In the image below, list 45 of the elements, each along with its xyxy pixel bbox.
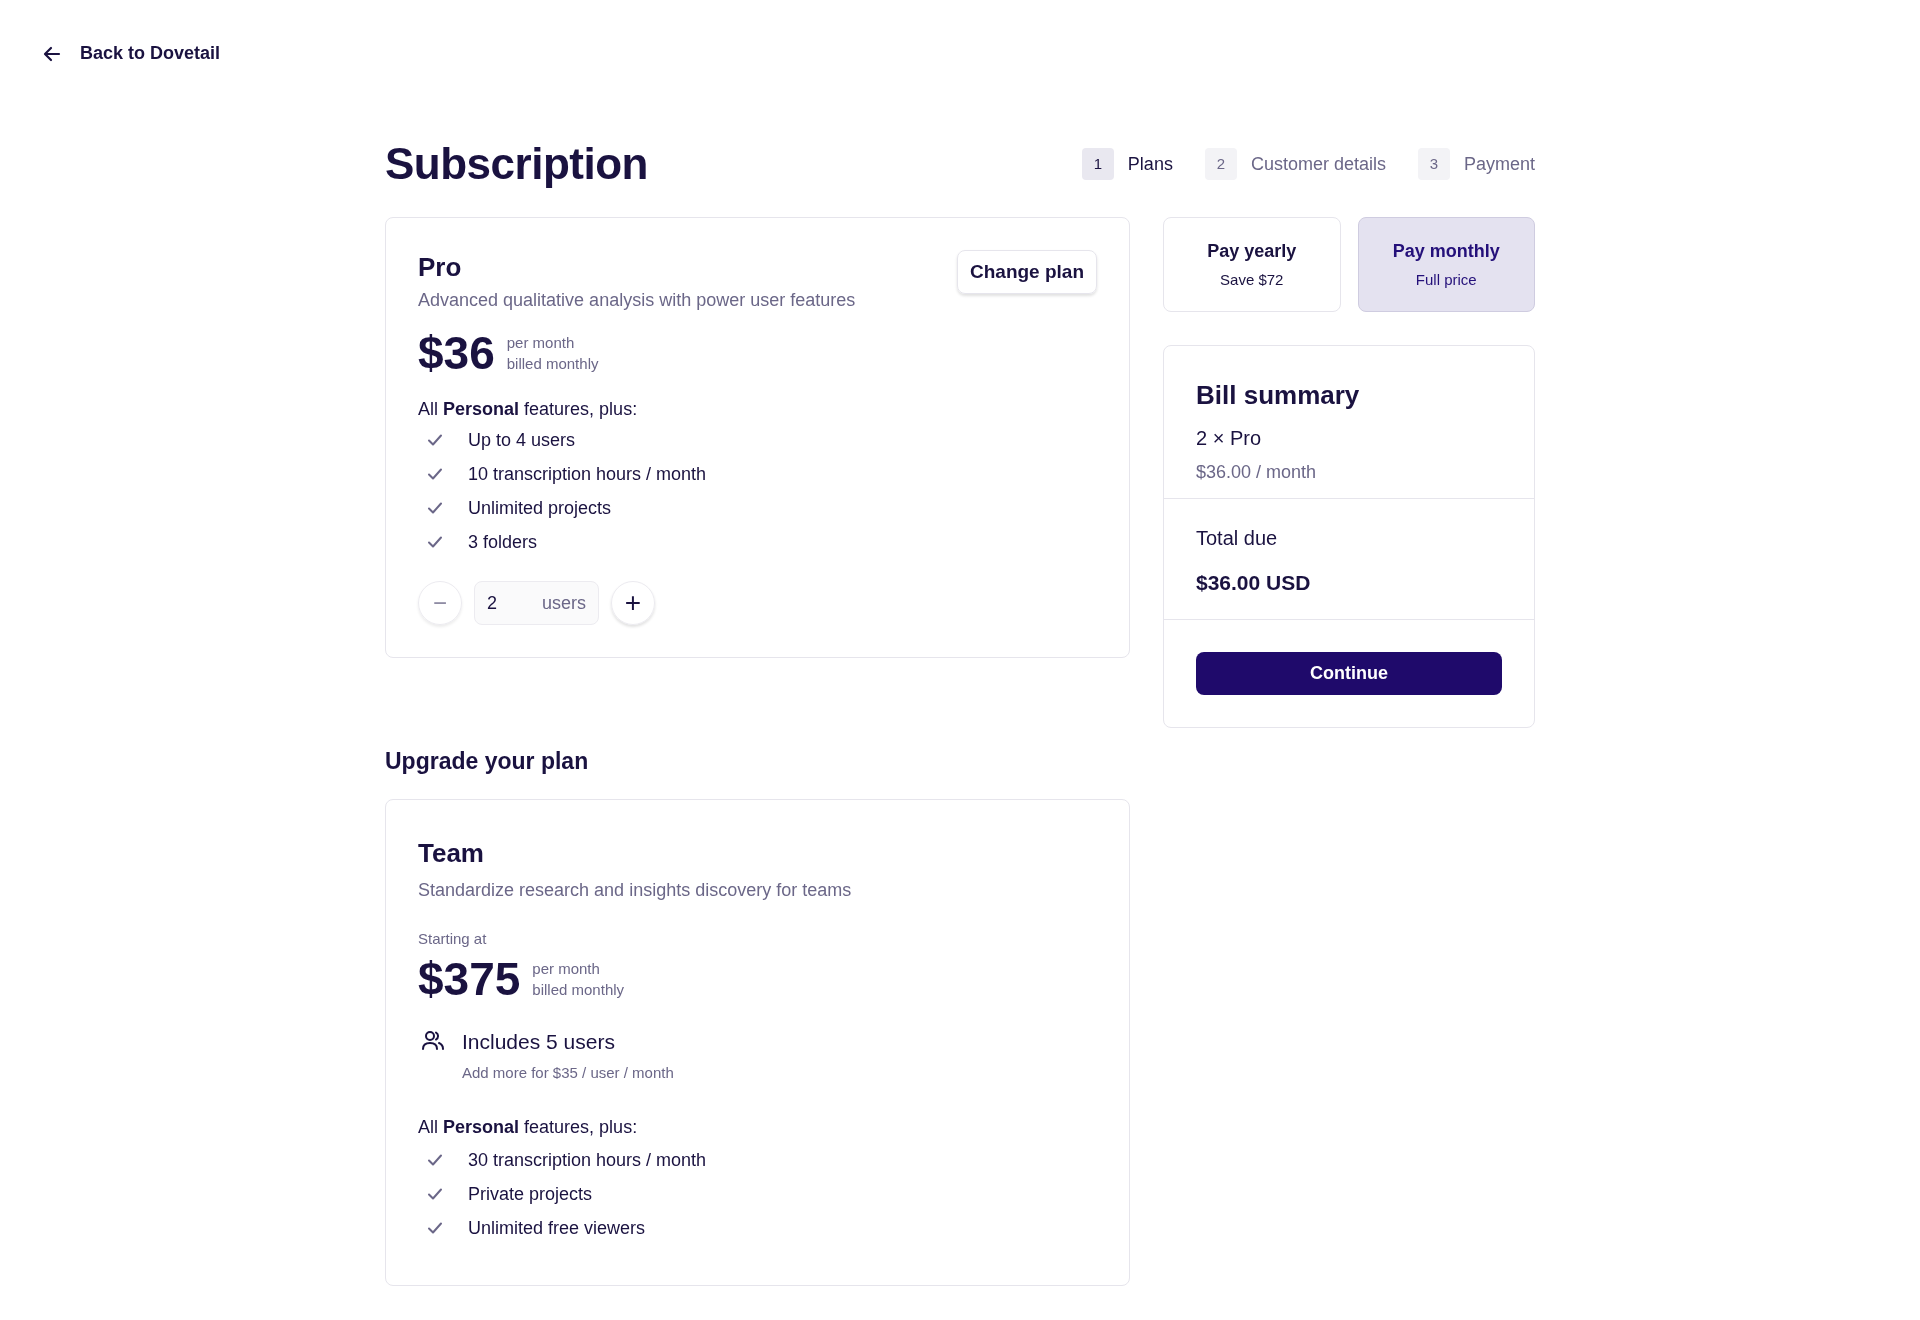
- section-heading: Upgrade your plan: [385, 747, 590, 776]
- users-field[interactable]: 2 users: [474, 581, 599, 625]
- step-tab[interactable]: 3 Payment: [1417, 148, 1535, 180]
- step-number: 2: [1204, 148, 1237, 180]
- continue-button[interactable]: Continue: [1196, 651, 1502, 695]
- starting-label: Starting at: [418, 928, 488, 949]
- price: $36: [418, 330, 495, 376]
- features-intro: All Personal features, plus:: [418, 398, 639, 421]
- price: $375: [418, 956, 521, 1002]
- feature-text: 30 transcription hours / month: [468, 1148, 707, 1172]
- features-intro: All Personal features, plus:: [418, 1116, 639, 1139]
- step-label: Payment: [1463, 152, 1535, 176]
- step-tab[interactable]: 2 Customer details: [1204, 148, 1386, 180]
- includes-note: Add more for $35 / user / month: [462, 1062, 674, 1083]
- total-label: Total due: [1196, 526, 1279, 551]
- summary-item: 2 × Pro: [1196, 426, 1263, 451]
- feature-text: Unlimited projects: [468, 496, 612, 520]
- billing-option[interactable]: Pay yearly Save $72: [1163, 217, 1341, 312]
- plan-description: Advanced qualitative analysis with power user features: [418, 289, 856, 312]
- billing-note: billed monthly: [506, 354, 599, 374]
- step-number: 1: [1081, 148, 1114, 180]
- back-link[interactable]: Back to Dovetail: [42, 40, 221, 67]
- total-amount: $36.00 USD: [1196, 570, 1312, 596]
- plan-name: Team: [418, 836, 485, 870]
- summary-item-price: $36.00 / month: [1196, 461, 1318, 484]
- billing-option[interactable]: Pay monthly Full price: [1357, 217, 1535, 312]
- feature-text: 10 transcription hours / month: [468, 462, 707, 486]
- feature-text: 3 folders: [468, 530, 538, 554]
- step-tab[interactable]: 1 Plans: [1081, 148, 1173, 180]
- step-label: Customer details: [1250, 152, 1386, 176]
- feature-text: Private projects: [468, 1182, 593, 1206]
- summary-title: Bill summary: [1196, 379, 1361, 412]
- billing-note: billed monthly: [532, 980, 625, 1000]
- plan-description: Standardize research and insights discovery for teams: [418, 878, 853, 902]
- feature-text: Unlimited free viewers: [468, 1216, 646, 1240]
- users-icon: [422, 1029, 444, 1051]
- step-number: 3: [1417, 148, 1450, 180]
- feature-text: Up to 4 users: [468, 428, 576, 452]
- change-plan-button[interactable]: Change plan: [957, 250, 1097, 294]
- price-period: per month: [532, 959, 601, 979]
- includes-text: Includes 5 users: [462, 1029, 616, 1055]
- step-label: Plans: [1127, 152, 1173, 176]
- plan-name: Pro: [418, 251, 463, 284]
- page-title: Subscription: [385, 138, 648, 190]
- price-period: per month: [506, 333, 576, 353]
